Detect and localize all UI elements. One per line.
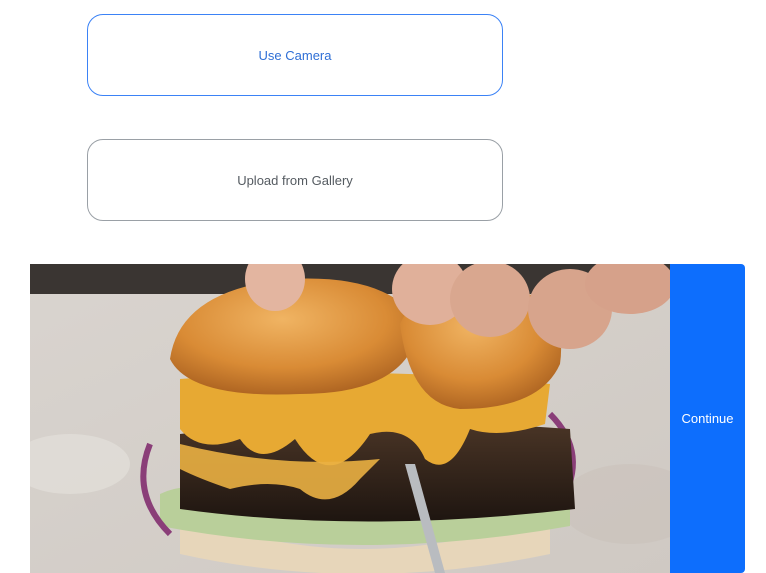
upload-from-gallery-label: Upload from Gallery (237, 172, 353, 188)
use-camera-label: Use Camera (258, 47, 332, 63)
upload-from-gallery-button[interactable]: Upload from Gallery (87, 139, 503, 221)
continue-button[interactable]: Continue (670, 264, 745, 573)
burger-illustration (30, 264, 670, 573)
burger-preview-image (30, 264, 670, 573)
continue-label: Continue (681, 411, 734, 426)
use-camera-button[interactable]: Use Camera (87, 14, 503, 96)
